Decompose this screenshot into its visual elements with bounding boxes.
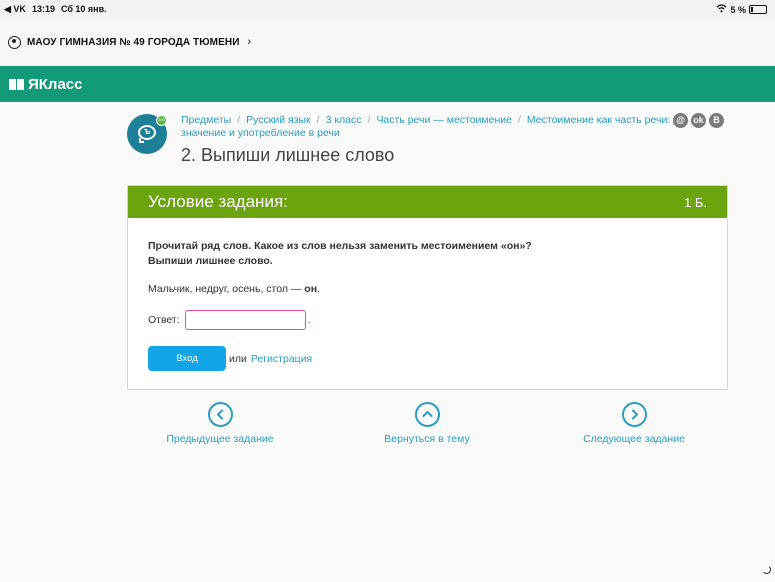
- breadcrumb-item-grade[interactable]: 3 класс: [326, 114, 362, 126]
- back-to-topic-label[interactable]: Вернуться в тему: [357, 433, 497, 445]
- prev-task-label[interactable]: Предыдущее задание: [150, 433, 290, 445]
- subject-badge: ъ 300: [127, 114, 167, 154]
- school-name: МАОУ ГИМНАЗИЯ № 49 ГОРОДА ТЮМЕНИ: [27, 36, 240, 48]
- task-card: Условие задания: 1 Б. Прочитай ряд слов.…: [127, 185, 728, 390]
- word-list-bold: он: [304, 283, 318, 295]
- time-label: 13:19: [31, 4, 55, 14]
- page-title: 2. Выпиши лишнее слово: [181, 145, 395, 165]
- school-bar[interactable]: МАОУ ГИМНАЗИЯ № 49 ГОРОДА ТЮМЕНИ ›: [0, 18, 775, 66]
- answer-label: Ответ:: [148, 314, 180, 326]
- book-icon: [9, 78, 24, 90]
- date-label: Сб 10 янв.: [60, 4, 107, 14]
- share-icons: @ ok В: [673, 113, 724, 128]
- task-question: Прочитай ряд слов. Какое из слов нельзя …: [148, 239, 532, 269]
- answer-row: Ответ: .: [148, 310, 311, 330]
- chevron-left-icon[interactable]: [207, 402, 233, 427]
- question-line-1: Прочитай ряд слов. Какое из слов нельзя …: [148, 240, 532, 252]
- answer-suffix: .: [307, 314, 311, 326]
- main-content: ъ 300 Предметы / Русский язык/3 класс / Част…: [0, 102, 775, 582]
- or-text: или: [229, 352, 247, 365]
- ok-share-icon[interactable]: ok: [691, 113, 706, 128]
- breadcrumb-item-part-of-speech[interactable]: Часть речи — местоимение: [376, 114, 512, 126]
- login-row: Вход или Регистрация: [148, 346, 312, 371]
- status-bar: ◀ VK 13:19 Сб 10 янв. 5 %: [0, 0, 775, 18]
- mail-share-icon[interactable]: @: [673, 113, 688, 128]
- battery-icon: [749, 5, 767, 14]
- wifi-icon: [716, 4, 727, 15]
- question-line-2: Выпиши лишнее слово.: [148, 255, 273, 267]
- register-link[interactable]: Регистрация: [251, 353, 312, 365]
- person-icon: [8, 35, 21, 49]
- chevron-up-icon[interactable]: [414, 402, 440, 427]
- prev-task-nav[interactable]: Предыдущее задание: [150, 402, 290, 445]
- chevron-right-icon: ›: [247, 36, 252, 48]
- back-to-topic-nav[interactable]: Вернуться в тему: [357, 402, 497, 445]
- next-task-nav[interactable]: Следующее задание: [564, 402, 704, 445]
- carrier-label: ◀ VK: [4, 4, 26, 14]
- yaklass-logo[interactable]: ЯКласс: [9, 76, 83, 93]
- loading-spinner-icon: [762, 565, 771, 574]
- answer-input[interactable]: [184, 310, 306, 330]
- login-button[interactable]: Вход: [148, 346, 226, 371]
- next-task-label[interactable]: Следующее задание: [564, 433, 704, 445]
- task-header-title: Условие задания:: [148, 192, 288, 211]
- breadcrumb-item-subjects[interactable]: Предметы: [181, 114, 231, 126]
- breadcrumb: Предметы / Русский язык/3 класс / Часть речи…: [181, 114, 671, 139]
- chevron-right-icon[interactable]: [621, 402, 647, 427]
- task-header: Условие задания: 1 Б.: [128, 186, 727, 218]
- task-points: 1 Б.: [684, 194, 707, 210]
- breadcrumb-item-russian[interactable]: Русский язык: [246, 114, 311, 126]
- badge-glyph: ъ: [144, 126, 151, 136]
- battery-percent: 5 %: [730, 4, 746, 15]
- vk-share-icon[interactable]: В: [709, 113, 724, 128]
- word-list: Мальчик, недруг, осень, стол — он.: [148, 283, 320, 295]
- badge-counter: 300: [156, 115, 167, 126]
- logo-text: ЯКласс: [28, 75, 83, 93]
- top-bar: ЯКласс: [0, 66, 775, 102]
